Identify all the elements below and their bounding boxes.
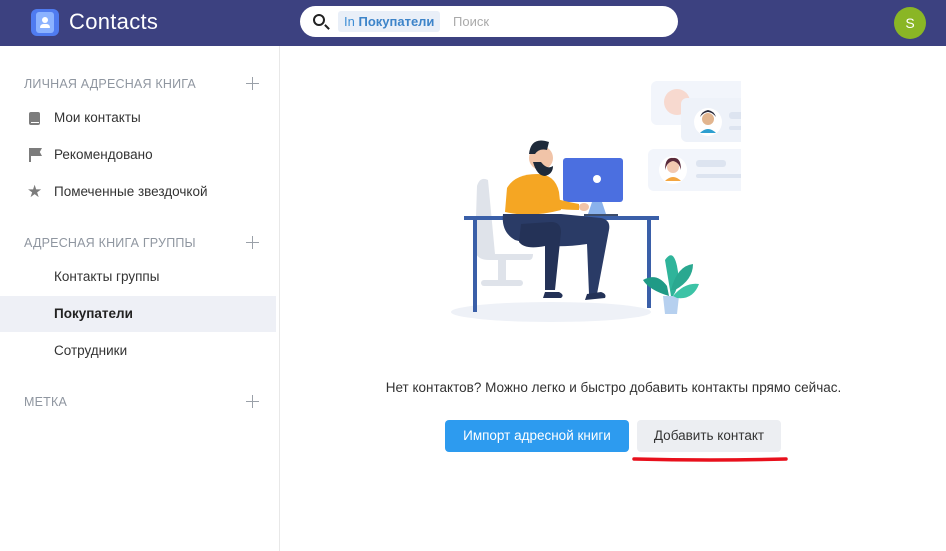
app-title: Contacts [69, 9, 159, 34]
section-personal-address-book-title: ЛИЧНАЯ АДРЕСНАЯ КНИГА [24, 77, 196, 91]
search-scope-name: Покупатели [358, 14, 435, 29]
annotation-underline [632, 457, 788, 462]
sidebar-item-starred[interactable]: ★ Помеченные звездочкой [0, 174, 276, 210]
sidebar-item-employees[interactable]: Сотрудники [0, 333, 276, 369]
star-icon: ★ [27, 182, 43, 201]
top-bar: Contacts In Покупатели S [0, 0, 946, 46]
search-icon[interactable] [313, 14, 325, 26]
add-contact-button[interactable]: Добавить контакт [637, 420, 781, 452]
add-tag-icon[interactable] [246, 395, 259, 408]
empty-contacts-illustration [451, 81, 741, 322]
book-icon [29, 112, 40, 125]
flag-icon [29, 148, 42, 162]
search-input[interactable] [453, 11, 663, 32]
search-bar[interactable]: In Покупатели [300, 6, 678, 37]
section-group-address-book-title: АДРЕСНАЯ КНИГА ГРУППЫ [24, 236, 196, 250]
sidebar: ЛИЧНАЯ АДРЕСНАЯ КНИГА Мои контакты Реком… [0, 46, 280, 551]
main-content: Нет контактов? Можно легко и быстро доба… [281, 46, 946, 551]
section-tag-title: МЕТКА [24, 395, 68, 409]
sidebar-item-group-contacts[interactable]: Контакты группы [0, 259, 276, 295]
contacts-logo-icon[interactable] [31, 9, 59, 36]
import-address-book-button[interactable]: Импорт адресной книги [445, 420, 629, 452]
sidebar-item-recommended[interactable]: Рекомендовано [0, 137, 276, 173]
sidebar-item-my-contacts[interactable]: Мои контакты [0, 100, 276, 136]
add-group-icon[interactable] [246, 236, 259, 249]
sidebar-item-customers[interactable]: Покупатели [0, 296, 276, 332]
search-scope-chip[interactable]: In Покупатели [338, 11, 441, 32]
avatar[interactable]: S [894, 7, 926, 39]
add-personal-icon[interactable] [246, 77, 259, 90]
empty-state-message: Нет контактов? Можно легко и быстро доба… [385, 380, 842, 395]
